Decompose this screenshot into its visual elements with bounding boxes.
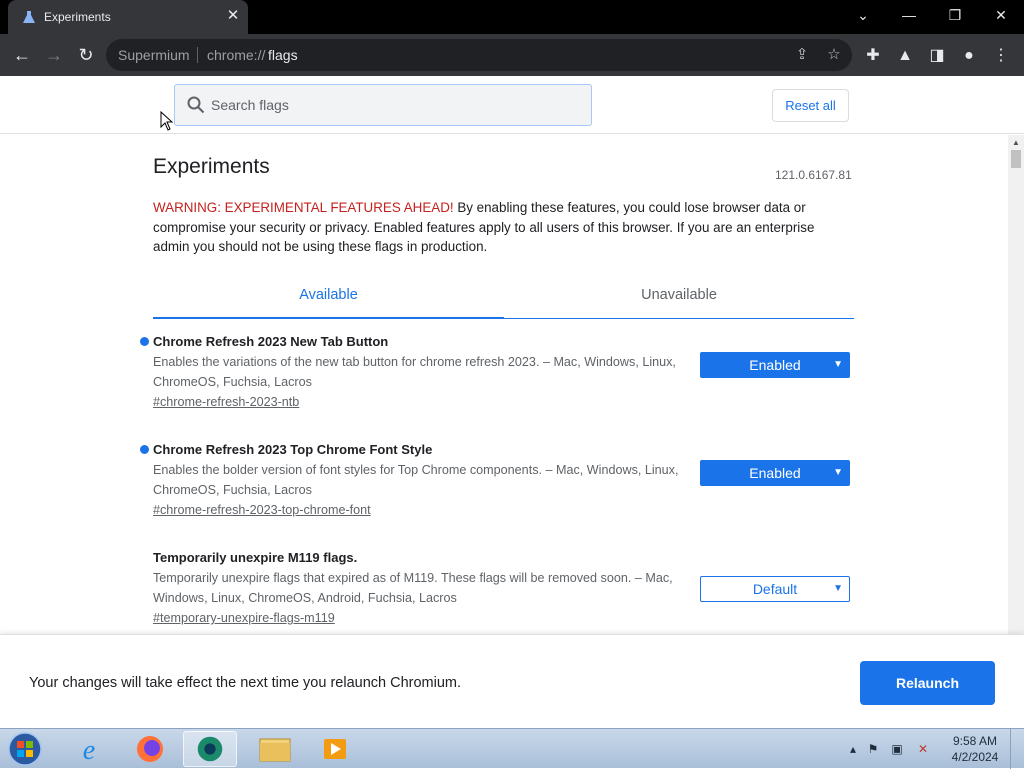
- flag-select[interactable]: Enabled ▼: [700, 352, 850, 378]
- show-desktop-button[interactable]: [1010, 729, 1024, 769]
- flags-header: Reset all: [0, 76, 1024, 134]
- close-window-icon[interactable]: ✕: [978, 0, 1024, 30]
- bookmark-star-icon[interactable]: ☆: [824, 45, 844, 65]
- mouse-cursor-icon: [160, 111, 174, 131]
- title-bar: Experiments ✕ ⌄ — ❐ ✕: [0, 0, 1024, 34]
- network-icon[interactable]: ▣: [889, 741, 905, 757]
- menu-kebab-icon[interactable]: ⋮: [990, 45, 1012, 67]
- supermium-icon[interactable]: [183, 731, 237, 767]
- search-icon: [187, 96, 205, 114]
- flags-content: Experiments 121.0.6167.81 WARNING: EXPER…: [0, 135, 1024, 634]
- flag-select[interactable]: Default ▼: [700, 576, 850, 602]
- flask-icon: [23, 11, 35, 23]
- warning-heading: WARNING: EXPERIMENTAL FEATURES AHEAD!: [153, 200, 454, 215]
- flag-permalink[interactable]: #chrome-refresh-2023-ntb: [153, 395, 299, 409]
- flag-permalink[interactable]: #chrome-refresh-2023-top-chrome-font: [153, 503, 371, 517]
- flag-description: Enables the variations of the new tab bu…: [153, 355, 676, 389]
- forward-icon[interactable]: →: [40, 41, 68, 69]
- system-tray: ▴ ⚑ ▣ ✕ 9:58 AM 4/2/2024: [845, 729, 1024, 769]
- tab-available[interactable]: Available: [153, 287, 504, 319]
- flag-select[interactable]: Enabled ▼: [700, 460, 850, 486]
- scrollbar[interactable]: ▲: [1008, 135, 1024, 634]
- page-title: Experiments: [153, 155, 270, 178]
- tab-unavailable[interactable]: Unavailable: [504, 287, 854, 319]
- tab-close-icon[interactable]: ✕: [224, 7, 242, 25]
- modified-dot-icon: [140, 445, 149, 454]
- flag-description: Enables the bolder version of font style…: [153, 463, 679, 497]
- chevron-down-icon: ▼: [833, 583, 843, 594]
- flag-description: Temporarily unexpire flags that expired …: [153, 571, 673, 605]
- show-hidden-icons-icon[interactable]: ▴: [845, 741, 861, 757]
- relaunch-button[interactable]: Relaunch: [860, 661, 995, 705]
- extensions-icon[interactable]: ✚: [862, 45, 884, 67]
- site-label: Supermium: [118, 47, 190, 63]
- start-orb-icon[interactable]: [6, 731, 44, 767]
- chevron-down-icon: ▼: [833, 359, 843, 370]
- url-prefix: chrome://: [207, 47, 266, 63]
- volume-muted-icon[interactable]: ✕: [915, 741, 931, 757]
- tab-title: Experiments: [44, 10, 111, 24]
- profile-avatar-icon[interactable]: ●: [958, 45, 980, 67]
- minimize-icon[interactable]: —: [886, 0, 932, 30]
- browser-tab[interactable]: Experiments ✕: [8, 0, 248, 34]
- version-label: 121.0.6167.81: [775, 168, 852, 182]
- reset-all-button[interactable]: Reset all: [772, 89, 849, 122]
- url-path: flags: [268, 47, 298, 63]
- back-icon[interactable]: ←: [8, 41, 36, 69]
- tab-search-icon[interactable]: ⌄: [840, 0, 886, 30]
- side-panel-icon[interactable]: ◨: [926, 45, 948, 67]
- flag-name: Temporarily unexpire M119 flags.: [153, 550, 358, 565]
- media-player-icon[interactable]: [308, 731, 362, 767]
- browser-toolbar: ← → ↻ Supermium chrome:// flags ⇪ ☆ ✚ ▲ …: [0, 34, 1024, 76]
- search-input[interactable]: [211, 93, 571, 117]
- internet-explorer-icon[interactable]: e: [62, 731, 116, 767]
- flag-name: Chrome Refresh 2023 Top Chrome Font Styl…: [153, 442, 433, 457]
- omnibox-divider: [197, 47, 198, 63]
- taskbar: e ▴ ⚑ ▣ ✕ 9:58 AM 4/2/2024: [0, 728, 1024, 769]
- action-center-flag-icon[interactable]: ⚑: [865, 741, 881, 757]
- chevron-down-icon: ▼: [833, 467, 843, 478]
- clock-date[interactable]: 4/2/2024: [946, 750, 1004, 764]
- flag-name: Chrome Refresh 2023 New Tab Button: [153, 334, 389, 349]
- flag-permalink[interactable]: #temporary-unexpire-flags-m119: [153, 611, 335, 625]
- reload-icon[interactable]: ↻: [72, 41, 100, 69]
- share-icon[interactable]: ⇪: [792, 45, 812, 65]
- svg-text:e: e: [83, 735, 95, 766]
- clock-time[interactable]: 9:58 AM: [950, 734, 1000, 748]
- restore-icon[interactable]: ❐: [932, 0, 978, 30]
- firefox-icon[interactable]: [123, 731, 177, 767]
- scroll-up-icon[interactable]: ▲: [1012, 138, 1020, 147]
- flag-select-value: Enabled: [749, 357, 801, 373]
- labs-flask-icon[interactable]: ▲: [894, 45, 916, 67]
- search-box[interactable]: [174, 84, 592, 126]
- warning-text: WARNING: EXPERIMENTAL FEATURES AHEAD! By…: [153, 198, 853, 257]
- flag-select-value: Default: [752, 581, 798, 597]
- address-bar[interactable]: Supermium chrome:// flags ⇪ ☆: [106, 39, 852, 71]
- scrollbar-thumb[interactable]: [1011, 150, 1021, 168]
- relaunch-bar: Your changes will take effect the next t…: [0, 634, 1024, 728]
- flag-select-value: Enabled: [749, 465, 801, 481]
- modified-dot-icon: [140, 337, 149, 346]
- file-explorer-icon[interactable]: [248, 731, 302, 767]
- relaunch-message: Your changes will take effect the next t…: [29, 675, 462, 691]
